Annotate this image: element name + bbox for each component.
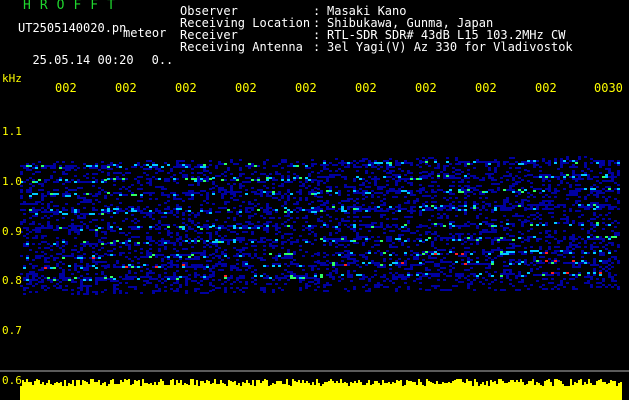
unit-label: kHz — [2, 72, 22, 85]
time-tick-label: 002 — [235, 81, 257, 95]
time-tick-label: 002 — [535, 81, 557, 95]
y-tick-label: 1.1 — [2, 125, 22, 138]
counter-text: 0.. — [151, 53, 174, 67]
y-tick-label: 0.6 — [2, 374, 22, 387]
time-tick-label: 002 — [55, 81, 77, 95]
time-tick-label: 002 — [415, 81, 437, 95]
station-info-values: Masaki Kano Shibukawa, Gunma, Japan RTL-… — [327, 4, 573, 54]
y-tick-label: 0.9 — [2, 225, 22, 238]
y-tick-label: 0.8 — [2, 274, 22, 287]
station-info-labels: Observer Receiving Location Receiver Rec… — [180, 4, 311, 54]
time-tick-label: 0030 — [594, 81, 623, 95]
spectrogram-waterfall: kHz 1.1 1.0 0.9 0.8 0.7 0.6 002 002 002 002 002 00… — [0, 66, 629, 400]
time-tick-label: 002 — [175, 81, 197, 95]
meteor-label: meteor — [123, 26, 167, 40]
time-tick-label: 002 — [355, 81, 377, 95]
y-tick-label: 0.7 — [2, 324, 22, 337]
time-tick-label: 002 — [295, 81, 317, 95]
filename-label: UT2505140020.pn — [18, 21, 127, 35]
time-tick-label: 002 — [475, 81, 497, 95]
time-tick-label: 002 — [115, 81, 137, 95]
date-time-text: 25.05.14 00:20 — [32, 53, 134, 67]
y-tick-label: 1.0 — [2, 175, 22, 188]
app-title: HROFFT — [23, 0, 124, 13]
station-info-colons: : : : : — [313, 4, 321, 54]
datetime-label: 25.05.14 00:20 0.. — [18, 42, 173, 66]
